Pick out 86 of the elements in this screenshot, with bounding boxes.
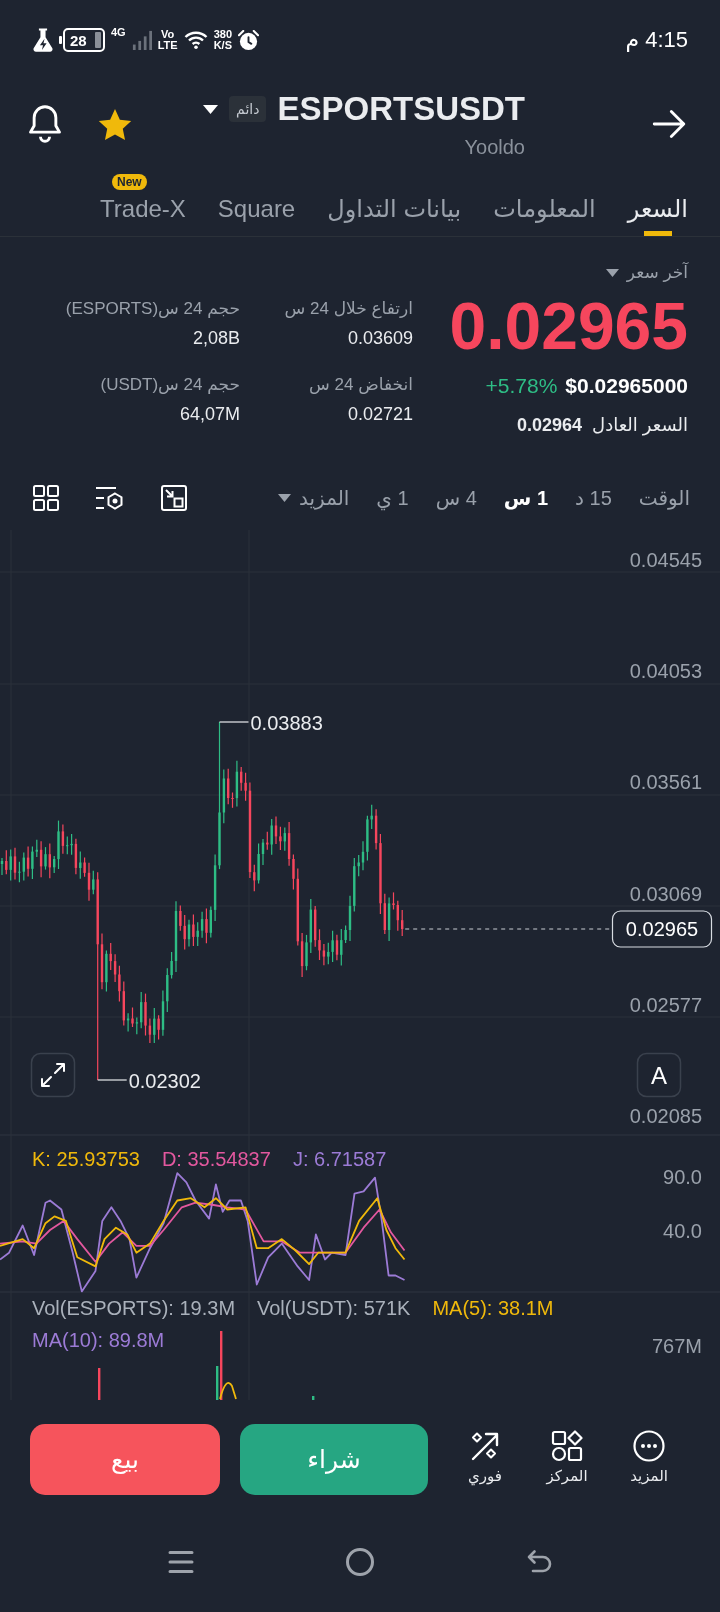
leader-line [218, 721, 250, 723]
stat-value: 64,07M [179, 403, 240, 426]
timeframe-tab[interactable]: 1 س [503, 484, 549, 511]
resize-icon[interactable] [161, 484, 187, 511]
leader-line [97, 1079, 128, 1081]
home-icon[interactable] [345, 1547, 375, 1577]
volume-axis-label: 767M [651, 1335, 702, 1357]
tab[interactable]: المعلومات [493, 172, 596, 236]
current-price-tag: 0.02965 [611, 910, 713, 948]
price-type-dropdown[interactable]: آخر سعر [605, 261, 688, 285]
back-icon[interactable] [526, 1549, 552, 1575]
candle [401, 909, 404, 937]
shapes-icon [551, 1430, 583, 1462]
tab[interactable]: السعر [627, 172, 688, 236]
shortcut-button[interactable]: المزيد [614, 1430, 684, 1486]
bell-icon[interactable] [28, 105, 62, 143]
tab[interactable]: Square [217, 172, 296, 236]
more-dropdown[interactable]: المزيد [278, 484, 350, 511]
timeframe-tab[interactable]: 15 د [575, 484, 612, 511]
flask-icon [33, 28, 53, 52]
price-axis-label: 0.04053 [629, 660, 702, 683]
indicator-value: K: 25.93753 [32, 1148, 140, 1170]
battery-level: 28 [59, 28, 105, 52]
tab[interactable]: بيانات التداول [327, 172, 462, 236]
stat-value: 0.02721 [347, 403, 413, 426]
volume-value: MA(5): 38.1M [432, 1297, 554, 1319]
price-axis-label: 0.02577 [629, 993, 702, 1016]
auto-scale-button[interactable]: A [636, 1052, 682, 1098]
star-icon[interactable] [98, 107, 132, 141]
indicator-value: D: 35.54837 [161, 1148, 271, 1170]
more-icon [633, 1430, 665, 1462]
menu-icon[interactable] [168, 1550, 194, 1574]
contract-badge: دائم [229, 96, 267, 122]
chart-settings-icon[interactable] [95, 484, 125, 511]
network-type: 4G [111, 26, 126, 38]
buy-button[interactable]: شراء [240, 1424, 428, 1495]
wifi-icon [183, 31, 208, 49]
indicator-value: J: 6.71587 [292, 1148, 387, 1170]
network-speed: 380 K/S [213, 29, 232, 51]
price-change: +5.78% [485, 373, 558, 399]
symbol-title[interactable]: ESPORTSUSDT [277, 90, 525, 128]
shortcut-button[interactable]: المركز [532, 1430, 602, 1486]
timeframe-tab[interactable]: 1 ي [376, 484, 409, 511]
caret-icon [605, 269, 619, 277]
timeframe-tab[interactable]: 4 س [435, 484, 477, 511]
stat-label: حجم 24 س(USDT) [100, 374, 240, 396]
price-axis-label: 0.04545 [629, 549, 702, 571]
fair-price-label: السعر العادل [592, 414, 688, 438]
new-badge: New [112, 174, 147, 190]
price-axis-label: 0.03561 [629, 771, 702, 794]
arrow-icon [652, 110, 686, 138]
volume-bar [312, 1396, 315, 1400]
symbol-subtitle: Yooldo [464, 135, 525, 160]
sell-button[interactable]: بيع [30, 1424, 220, 1495]
caret-icon[interactable] [203, 104, 219, 114]
expand-button[interactable] [30, 1052, 76, 1098]
indicator-axis-label: 90.0 [663, 1166, 702, 1188]
last-price: 0.02965 [449, 291, 688, 361]
stat-label: انخفاض 24 س [309, 374, 413, 396]
shortcut-button[interactable]: فوري [450, 1430, 520, 1486]
clock-time: 4:15 م [625, 27, 688, 53]
alarm-icon [238, 29, 259, 51]
volte-label: Vo LTE [157, 29, 178, 51]
diagonal-arrow-icon [469, 1430, 501, 1462]
low-price-label: 0.02302 [128, 1070, 201, 1092]
price-axis-label: 0.02085 [629, 1105, 702, 1127]
indicator-axis-label: 40.0 [663, 1220, 702, 1242]
caret-icon [278, 493, 292, 502]
expand-icon [41, 1063, 65, 1087]
high-price-label: 0.03883 [250, 712, 323, 734]
time-label: الوقت [638, 485, 690, 511]
signal-icon [131, 30, 152, 50]
grid-icon[interactable] [33, 484, 59, 511]
volume-value: Vol(USDT): 571K [257, 1297, 411, 1319]
stat-label: حجم 24 س(ESPORTS) [65, 298, 240, 320]
stat-value: 0.03609 [347, 327, 413, 350]
volume-bar [98, 1368, 101, 1400]
back-button[interactable] [652, 110, 686, 138]
volume-value: Vol(ESPORTS): 19.3M [32, 1297, 236, 1319]
volume-value: MA(10): 89.8M [32, 1329, 165, 1351]
usd-price: $0.02965000 [565, 373, 688, 399]
ma-line [219, 1382, 237, 1400]
stat-value: 2,08B [192, 327, 240, 350]
fair-price-value: 0.02964 [517, 414, 583, 437]
price-axis-label: 0.03069 [629, 882, 702, 905]
stat-label: ارتفاع خلال 24 س [284, 298, 413, 321]
